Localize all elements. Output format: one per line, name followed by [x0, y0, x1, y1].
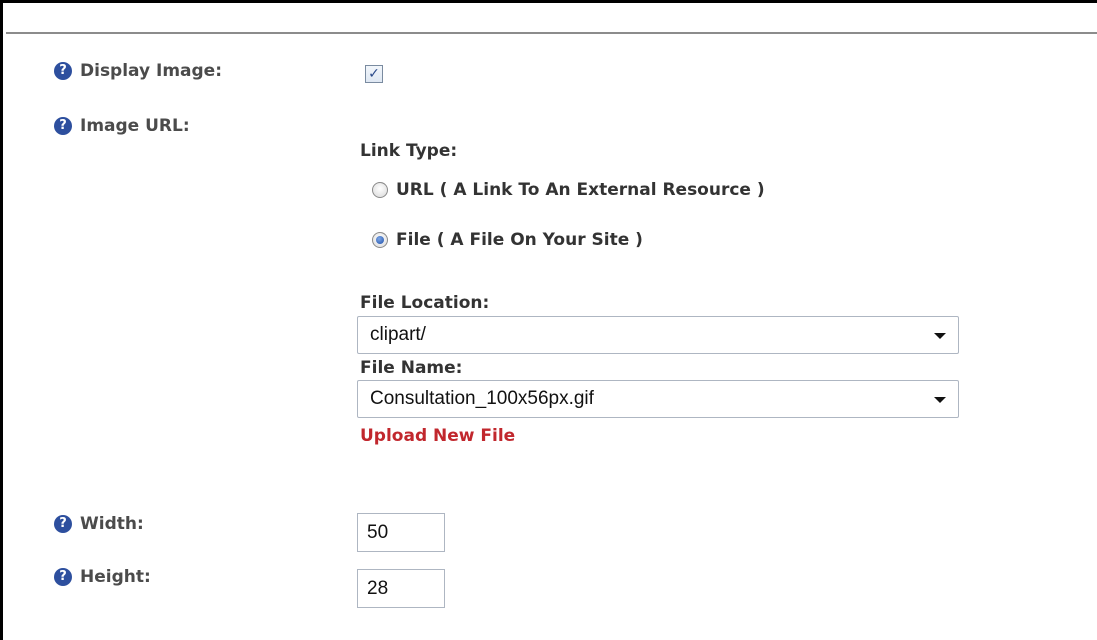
help-image-url-icon[interactable]: ?: [54, 117, 72, 135]
width-label: Width:: [80, 514, 144, 534]
file-location-select[interactable]: clipart/: [357, 316, 959, 354]
checkmark-icon: ✓: [368, 66, 380, 82]
image-url-label: Image URL:: [80, 116, 190, 136]
top-divider: [6, 32, 1097, 34]
width-value: 50: [367, 521, 389, 543]
link-type-file-radio[interactable]: [372, 232, 388, 248]
link-type-url-label[interactable]: URL ( A Link To An External Resource ): [396, 180, 765, 200]
display-image-label: Display Image:: [80, 61, 223, 81]
height-label: Height:: [80, 567, 151, 587]
help-height-icon[interactable]: ?: [54, 568, 72, 586]
height-input[interactable]: 28: [357, 569, 445, 608]
display-image-checkbox[interactable]: ✓: [365, 65, 383, 83]
link-type-url-radio[interactable]: [372, 182, 388, 198]
file-name-select[interactable]: Consultation_100x56px.gif: [357, 380, 959, 418]
width-input[interactable]: 50: [357, 513, 445, 552]
link-type-label: Link Type:: [360, 141, 458, 161]
settings-panel: ? Display Image: ✓ ? Image URL: Link Typ…: [0, 0, 1097, 640]
file-name-value: Consultation_100x56px.gif: [370, 388, 594, 409]
file-location-value: clipart/: [370, 324, 426, 345]
link-type-file-label[interactable]: File ( A File On Your Site ): [396, 230, 643, 250]
help-display-image-icon[interactable]: ?: [54, 62, 72, 80]
chevron-down-icon: [934, 333, 946, 339]
chevron-down-icon: [934, 397, 946, 403]
file-location-label: File Location:: [360, 293, 490, 313]
upload-new-file-link[interactable]: Upload New File: [360, 426, 515, 446]
radio-selected-dot: [376, 236, 384, 244]
file-name-label: File Name:: [360, 358, 463, 378]
help-width-icon[interactable]: ?: [54, 515, 72, 533]
height-value: 28: [367, 577, 389, 599]
